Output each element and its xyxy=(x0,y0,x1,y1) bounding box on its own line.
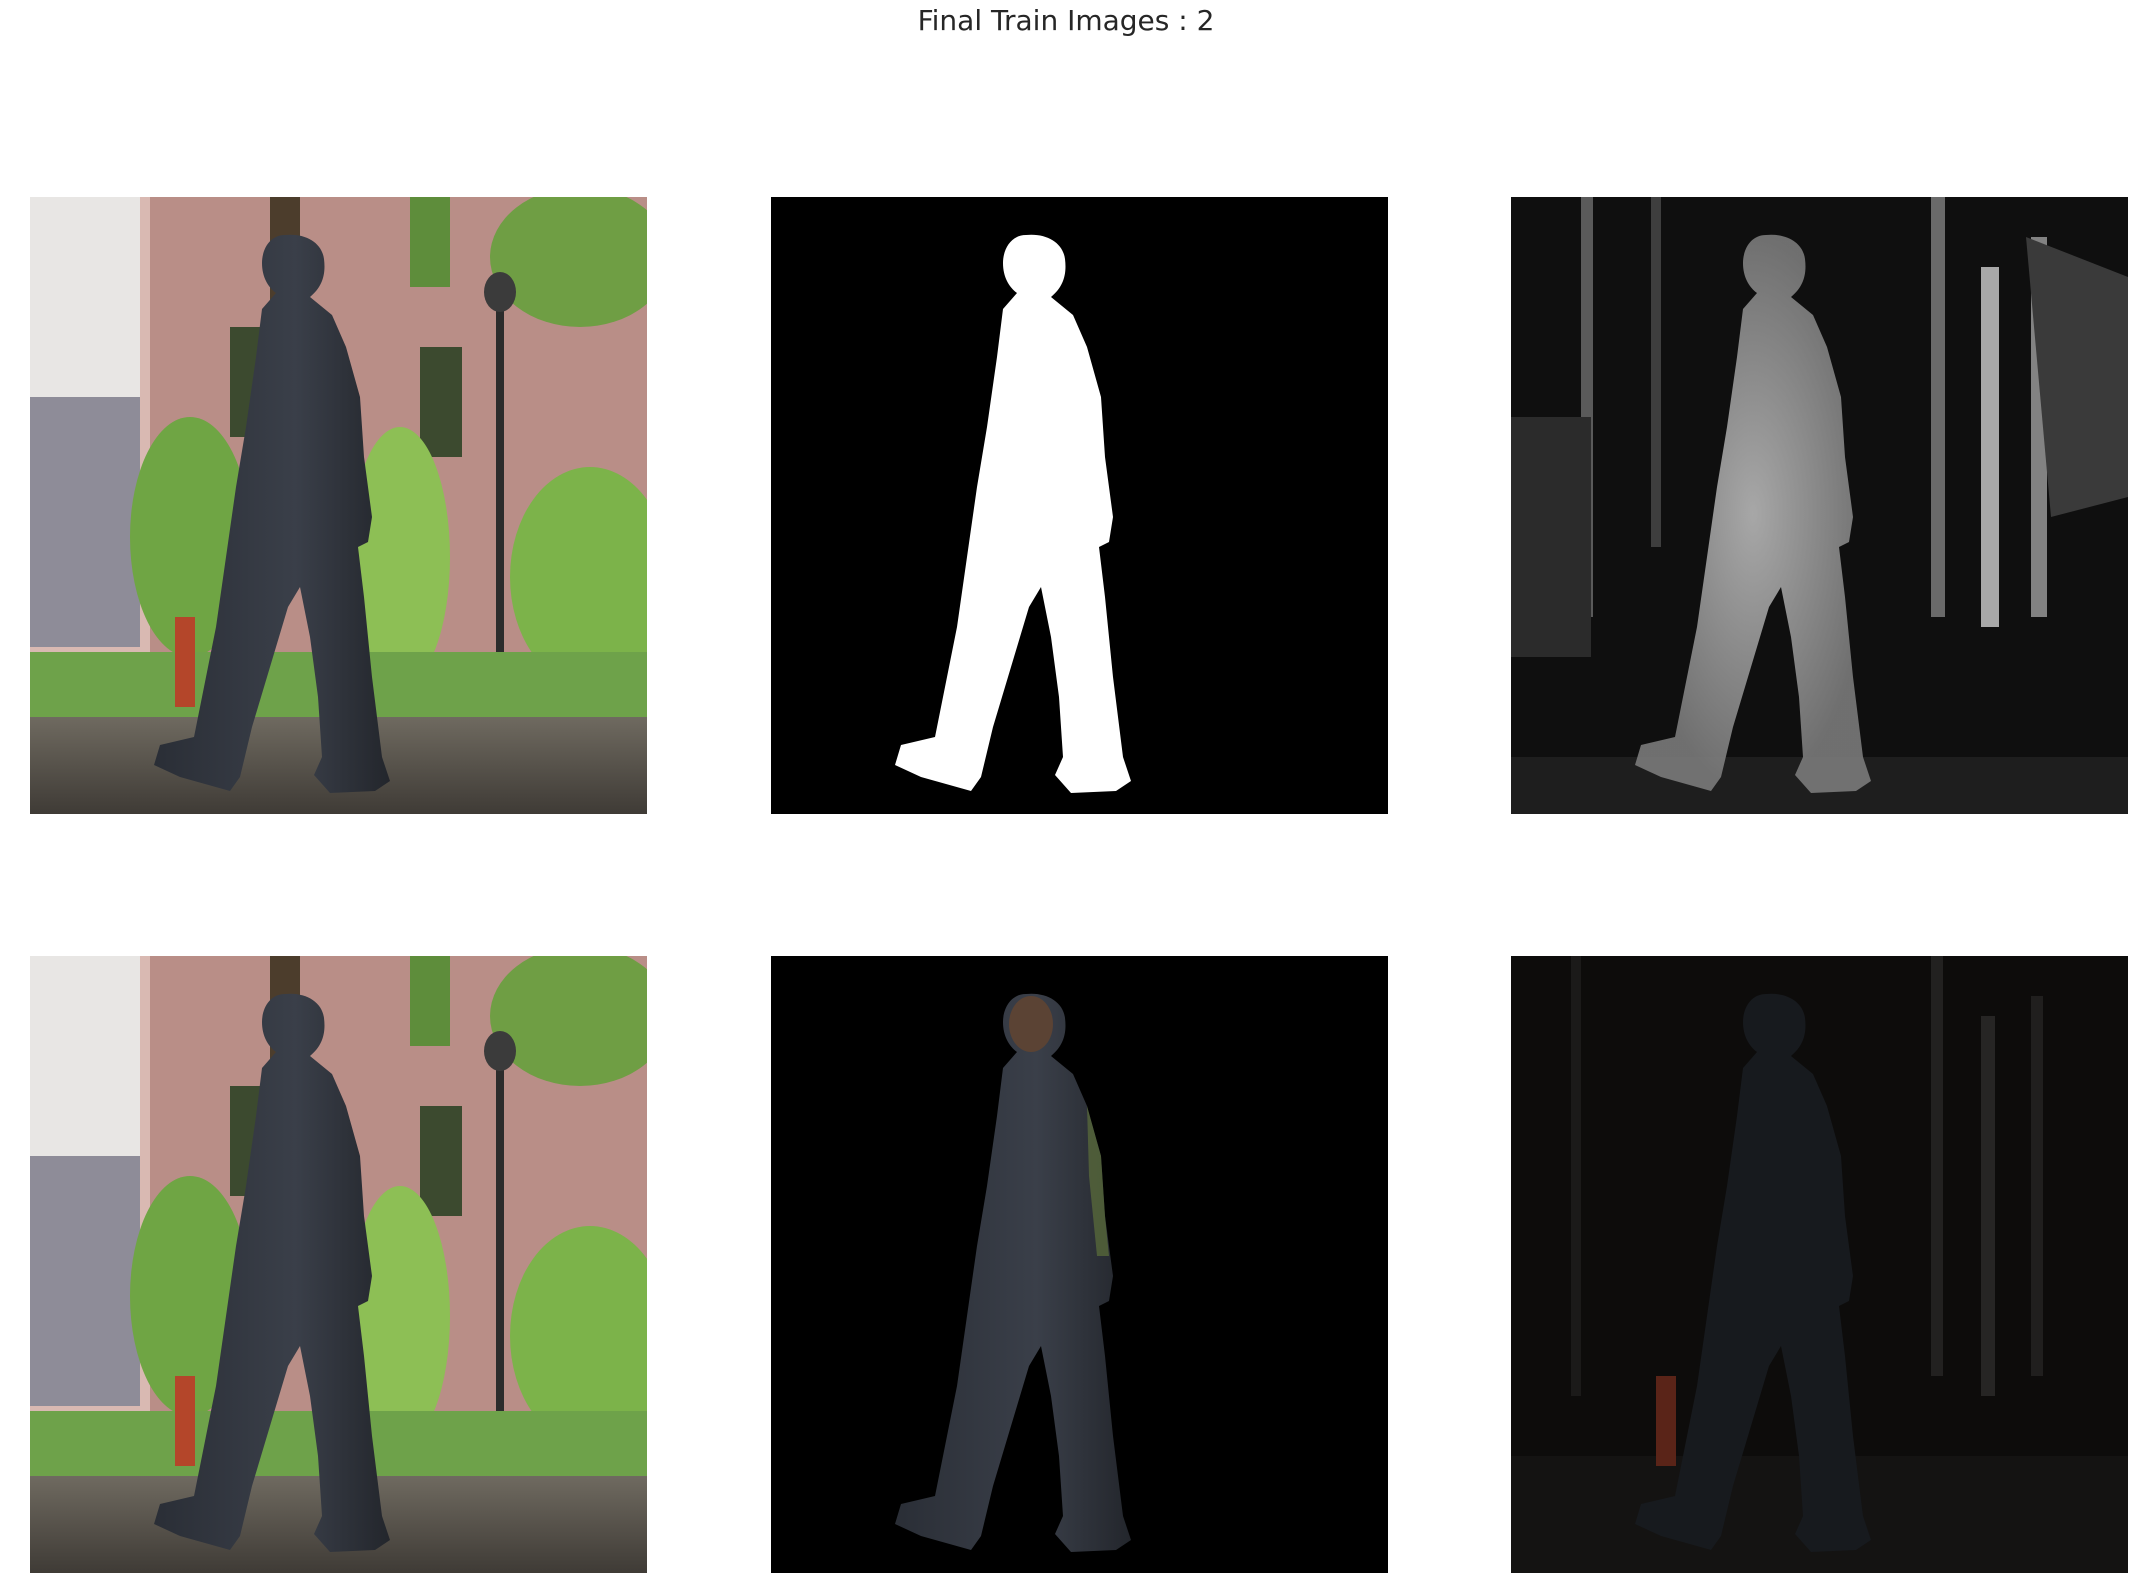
figure: Final Train Images : 2 xyxy=(0,0,2132,1595)
predicted-grayscale-map xyxy=(1511,197,2128,814)
input-frame-bottom xyxy=(30,956,647,1573)
masked-foreground xyxy=(771,956,1388,1573)
ground-truth-mask xyxy=(771,197,1388,814)
input-frame-top xyxy=(30,197,647,814)
figure-title: Final Train Images : 2 xyxy=(917,4,1215,37)
dark-residual-map xyxy=(1511,956,2128,1573)
